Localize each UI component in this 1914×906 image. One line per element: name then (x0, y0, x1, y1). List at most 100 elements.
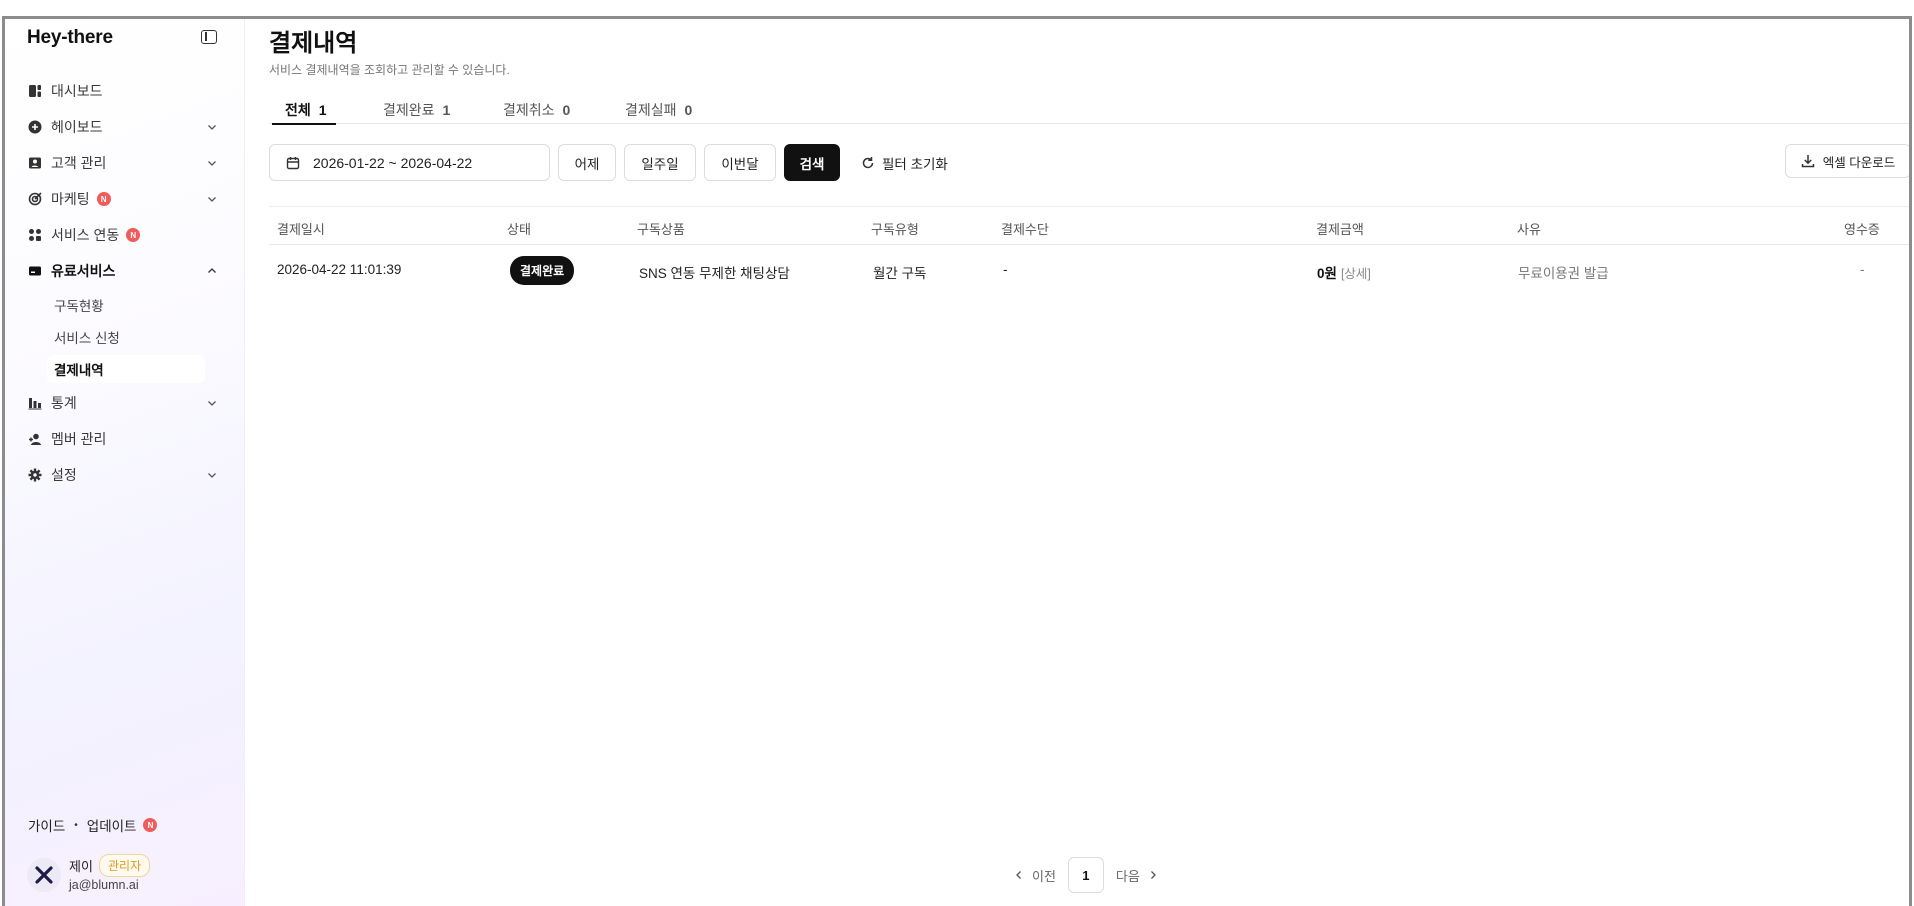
sidebar-item-dashboard[interactable]: 대시보드 (5, 73, 245, 109)
search-button[interactable]: 검색 (784, 144, 840, 181)
table-header: 결제일시 상태 구독상품 구독유형 결제수단 결제금액 사유 영수증 (269, 206, 1909, 245)
payments-table: 결제일시 상태 구독상품 구독유형 결제수단 결제금액 사유 영수증 2026-… (269, 206, 1909, 295)
prev-label: 이전 (1032, 868, 1056, 884)
chevron-down-icon (208, 473, 216, 478)
reset-label: 필터 초기화 (882, 156, 948, 172)
column-header: 구독상품 (637, 222, 685, 237)
tab-count: 0 (562, 102, 571, 118)
update-link[interactable]: 업데이트 (87, 815, 137, 835)
stats-icon (28, 396, 42, 410)
excel-label: 엑셀 다운로드 (1822, 155, 1896, 170)
logo-x-icon (35, 866, 53, 884)
tab-count: 1 (318, 102, 327, 118)
new-badge: N (143, 818, 158, 832)
new-badge: N (126, 228, 141, 242)
yesterday-button[interactable]: 어제 (558, 144, 616, 181)
product-name: SNS 연동 무제한 채팅상담 (639, 266, 790, 281)
tab-label: 결제완료 (383, 102, 435, 118)
sidebar-subitem-service-request[interactable]: 서비스 신청 (5, 321, 245, 353)
sidebar-subitem-subscriptions[interactable]: 구독현황 (5, 289, 245, 321)
detail-link[interactable]: [상세] (1341, 267, 1371, 281)
column-header: 결제일시 (277, 222, 325, 237)
prev-page-button[interactable]: 이전 (1014, 866, 1056, 885)
guide-link[interactable]: 가이드 (28, 815, 65, 835)
sidebar-item-label: 고객 관리 (51, 155, 107, 171)
chevron-down-icon (208, 197, 216, 202)
reset-filter-button[interactable]: 필터 초기화 (861, 144, 948, 181)
sidebar-item-customers[interactable]: 고객 관리 (5, 145, 245, 181)
tab-all[interactable]: 전체 1 (272, 100, 336, 125)
sidebar-item-label: 서비스 연동 (51, 227, 120, 243)
download-icon (1801, 155, 1814, 168)
sidebar-item-label: 멤버 관리 (51, 431, 107, 447)
chevron-down-icon (208, 125, 216, 130)
members-icon (28, 432, 42, 446)
this-month-button[interactable]: 이번달 (704, 144, 776, 181)
chevron-left-icon (1016, 871, 1021, 879)
table-row[interactable]: 2026-04-22 11:01:39 결제완료 SNS 연동 무제한 채팅상담… (269, 245, 1909, 295)
app-window: Hey-there 대시보드 헤이보드 고객 관리 마케팅 N 서비스 연동 N… (2, 16, 1912, 906)
receipt: - (1860, 262, 1865, 277)
dashboard-icon (28, 84, 42, 98)
date-range-value: 2026-01-22 ~ 2026-04-22 (313, 154, 473, 171)
payment-amount: 0원 [상세] (1317, 262, 1371, 282)
status-tabs: 전체 1 결제완료 1 결제취소 0 결제실패 0 (269, 100, 1909, 125)
payment-method: - (1003, 262, 1008, 277)
sidebar-item-members[interactable]: 멤버 관리 (5, 421, 245, 457)
sidebar-item-label: 헤이보드 (51, 119, 103, 135)
calendar-icon (286, 156, 300, 169)
tab-count: 1 (442, 102, 451, 118)
gear-icon (28, 468, 42, 482)
apps-icon (28, 228, 42, 242)
plus-circle-icon (28, 120, 42, 134)
status-badge: 결제완료 (510, 256, 575, 285)
amount-value: 0원 (1317, 266, 1337, 281)
sidebar-item-heyboard[interactable]: 헤이보드 (5, 109, 245, 145)
column-header: 상태 (507, 222, 531, 237)
tab-label: 전체 (285, 102, 311, 118)
column-header: 사유 (1517, 222, 1541, 237)
marketing-icon (28, 192, 42, 206)
column-header: 결제금액 (1316, 222, 1364, 237)
date-range-picker[interactable]: 2026-01-22 ~ 2026-04-22 (269, 144, 550, 181)
tab-cancelled[interactable]: 결제취소 0 (503, 100, 570, 124)
next-page-button[interactable]: 다음 (1116, 866, 1158, 885)
separator-dot: • (74, 819, 78, 831)
column-header: 결제수단 (1001, 222, 1049, 237)
sidebar-item-paid-services[interactable]: 유료서비스 (5, 253, 245, 289)
tab-failed[interactable]: 결제실패 0 (625, 100, 692, 124)
role-badge: 관리자 (99, 854, 151, 877)
chevron-right-icon (1150, 871, 1156, 879)
column-header: 영수증 (1844, 222, 1880, 237)
sidebar-nav: 대시보드 헤이보드 고객 관리 마케팅 N 서비스 연동 N 유료서비스 구독현… (5, 73, 245, 493)
sidebar-item-label: 마케팅 (51, 191, 90, 207)
sidebar-subitem-payment-history[interactable]: 결제내역 (47, 355, 205, 383)
tab-completed[interactable]: 결제완료 1 (383, 100, 450, 124)
sidebar-item-label: 유료서비스 (51, 263, 116, 279)
new-badge: N (96, 192, 111, 206)
user-name: 제이 (69, 859, 93, 874)
page-number-button[interactable]: 1 (1067, 857, 1104, 893)
reason: 무료이용권 발급 (1518, 266, 1609, 281)
sidebar-item-settings[interactable]: 설정 (5, 457, 245, 493)
chevron-down-icon (208, 401, 216, 406)
sidebar-item-stats[interactable]: 통계 (5, 385, 245, 421)
tab-label: 결제실패 (625, 102, 677, 118)
refresh-icon (862, 156, 874, 168)
page-title: 결제내역 (269, 30, 358, 57)
brand-logo: Hey-there (27, 27, 113, 48)
excel-download-button[interactable]: 엑셀 다운로드 (1785, 144, 1909, 178)
chevron-down-icon (208, 161, 216, 166)
week-button[interactable]: 일주일 (624, 144, 696, 181)
subscription-type: 월간 구독 (873, 266, 927, 281)
next-label: 다음 (1115, 868, 1140, 884)
sidebar-item-integrations[interactable]: 서비스 연동 N (5, 217, 245, 253)
card-icon (28, 264, 42, 278)
user-card-icon (28, 156, 42, 170)
sidebar-item-marketing[interactable]: 마케팅 N (5, 181, 245, 217)
sidebar: Hey-there 대시보드 헤이보드 고객 관리 마케팅 N 서비스 연동 N… (5, 19, 245, 906)
sidebar-collapse-icon[interactable] (201, 30, 217, 44)
pagination: 이전 1 다음 (1014, 857, 1158, 893)
guide-update-links: 가이드 • 업데이트 N (28, 815, 158, 835)
sidebar-item-label: 설정 (51, 467, 77, 483)
